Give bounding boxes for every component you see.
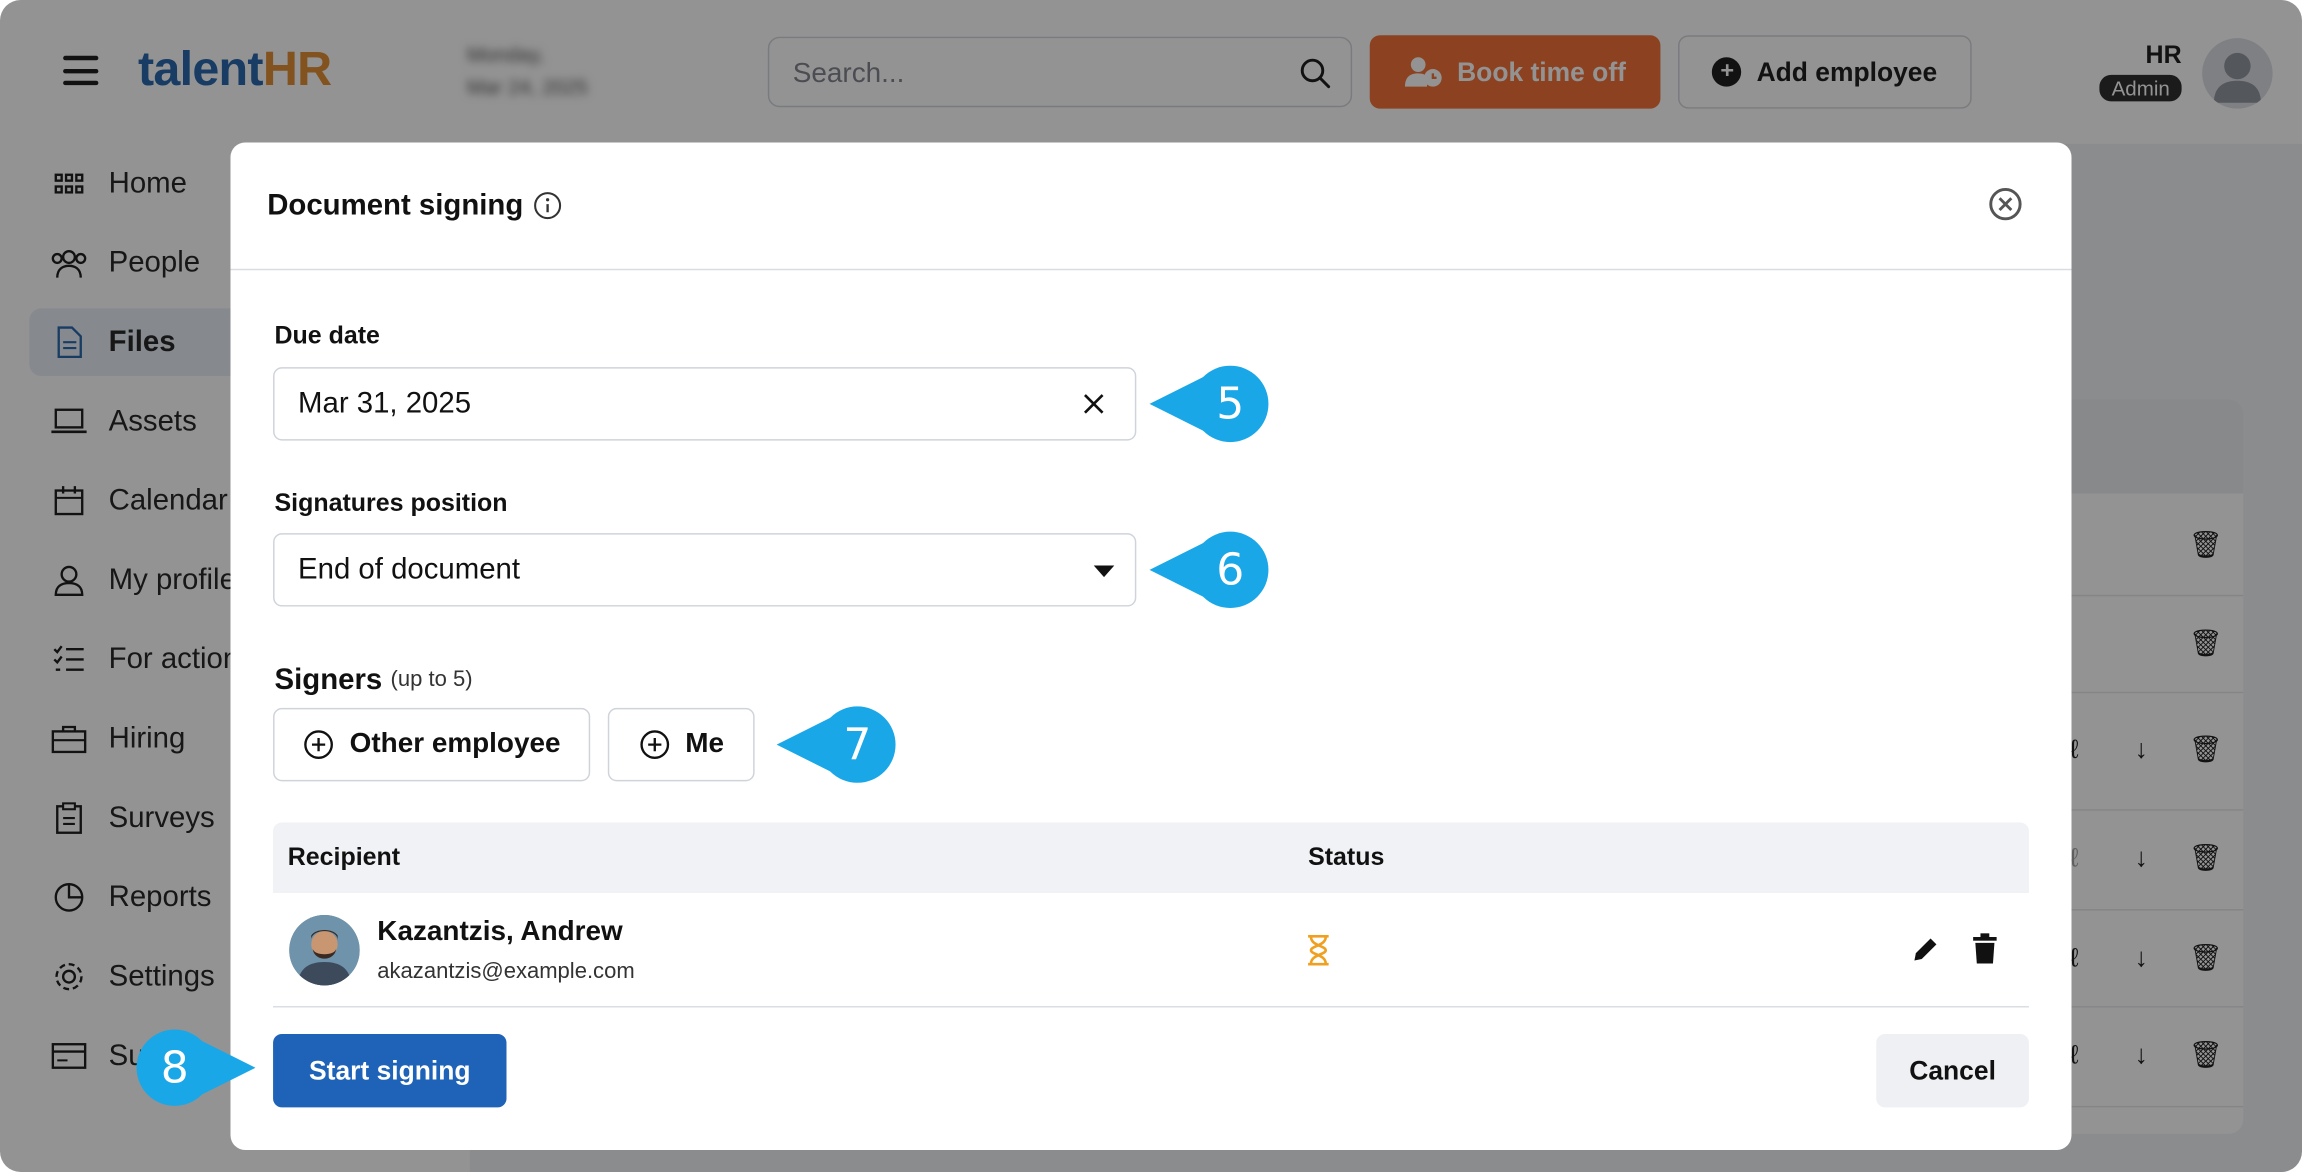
close-icon[interactable] <box>1988 187 2023 222</box>
table-row: Kazantzis, Andrew akazantzis@example.com <box>273 893 2029 1008</box>
cancel-button[interactable]: Cancel <box>1876 1033 2029 1108</box>
recipient-name: Kazantzis, Andrew <box>377 916 623 948</box>
hourglass-icon <box>1308 934 1329 966</box>
add-me-button[interactable]: Me <box>607 707 755 782</box>
due-date-value: Mar 31, 2025 <box>298 387 472 421</box>
signers-hint: (up to 5) <box>390 666 473 692</box>
info-icon[interactable] <box>533 191 562 220</box>
trash-icon[interactable] <box>1972 933 1998 965</box>
avatar <box>289 914 360 986</box>
signatures-position-label: Signatures position <box>274 489 508 517</box>
recipient-email: akazantzis@example.com <box>377 959 635 985</box>
screen: talentHR Monday, Mar 24, 2025 Search... … <box>0 0 2302 1172</box>
clear-icon[interactable] <box>1079 389 1108 418</box>
dialog-title: Document signing <box>267 189 524 222</box>
divider <box>230 268 2072 271</box>
signers-label: Signers <box>274 663 383 697</box>
add-other-employee-button[interactable]: Other employee <box>273 707 591 782</box>
document-signing-dialog: Document signing Due date Mar 31, 2025 S… <box>230 142 2072 1150</box>
plus-circle-icon <box>304 730 334 760</box>
start-signing-button[interactable]: Start signing <box>273 1033 507 1108</box>
chevron-down-icon <box>1093 565 1115 578</box>
pencil-icon[interactable] <box>1911 934 1940 963</box>
recipients-table-header: Recipient Status <box>273 822 2029 893</box>
due-date-label: Due date <box>274 321 380 350</box>
due-date-field[interactable]: Mar 31, 2025 <box>273 367 1137 441</box>
column-status: Status <box>1308 843 1385 871</box>
signatures-position-value: End of document <box>298 553 521 586</box>
plus-circle-icon <box>640 730 669 760</box>
signatures-position-select[interactable]: End of document <box>273 533 1137 607</box>
column-recipient: Recipient <box>287 843 401 871</box>
